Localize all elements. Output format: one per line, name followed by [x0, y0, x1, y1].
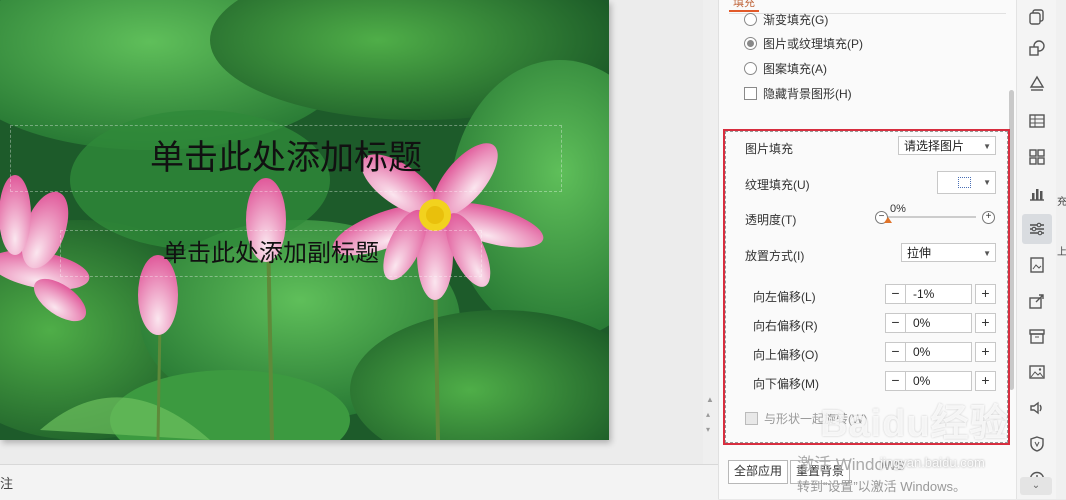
picture-fill-label: 图片填充	[745, 142, 794, 156]
chart-icon[interactable]	[1022, 178, 1052, 208]
split-arrow-icon[interactable]: ▴	[706, 410, 710, 419]
chevron-down-icon: ▼	[983, 142, 991, 151]
texture-fill-dropdown[interactable]: ▼	[937, 171, 996, 194]
settings-sliders-icon[interactable]	[1022, 214, 1052, 244]
hide-background-checkbox[interactable]	[744, 86, 757, 100]
share-icon[interactable]	[1022, 286, 1052, 316]
offset-left-decrement-button[interactable]: −	[885, 284, 906, 304]
transparency-increase-button[interactable]: +	[982, 211, 995, 224]
offset-top-increment-button[interactable]: +	[975, 342, 996, 362]
shield-icon[interactable]	[1022, 429, 1052, 459]
edge-text-2: 上	[1057, 247, 1066, 258]
offset-bottom-increment-button[interactable]: +	[975, 371, 996, 391]
slide-canvas-area: 单击此处添加标题 单击此处添加副标题	[0, 0, 718, 464]
offset-left-input[interactable]: -1%	[905, 284, 972, 304]
chevron-down-icon: ▼	[983, 178, 991, 187]
chevron-down-icon[interactable]: ⌄	[1020, 477, 1052, 495]
right-panel-edge: 充 上	[1056, 0, 1066, 499]
placement-dropdown[interactable]: 拉伸 ▼	[901, 243, 996, 262]
lotus-background-image	[0, 0, 609, 440]
pane-splitter[interactable]: ▲ ▴ ▾	[703, 0, 718, 464]
activation-subtitle: 转到“设置”以激活 Windows。	[797, 479, 967, 494]
offset-bottom-input[interactable]: 0%	[905, 371, 972, 391]
grid-icon[interactable]	[1022, 142, 1052, 172]
placement-label: 放置方式(I)	[745, 249, 805, 263]
archive-icon[interactable]	[1022, 321, 1052, 351]
picture-texture-fill-option[interactable]: 图片或纹理填充(P)	[744, 34, 863, 52]
texture-swatch-icon	[958, 177, 971, 188]
baidu-watermark: Baidu经验	[820, 403, 1009, 445]
hide-background-option[interactable]: 隐藏背景图形(H)	[744, 84, 852, 102]
image-gallery-icon[interactable]	[1022, 250, 1052, 280]
slide[interactable]: 单击此处添加标题 单击此处添加副标题	[0, 0, 609, 440]
offset-right-decrement-button[interactable]: −	[885, 313, 906, 333]
title-placeholder[interactable]: 单击此处添加标题	[10, 125, 562, 192]
status-bar: 注	[0, 464, 718, 500]
pattern-fill-label: 图案填充(A)	[763, 61, 827, 76]
picture-fill-dropdown[interactable]: 请选择图片 ▼	[898, 136, 996, 155]
split-arrow-up-icon[interactable]: ▲	[706, 395, 714, 404]
table-icon[interactable]	[1022, 106, 1052, 136]
shape-icon[interactable]	[1022, 33, 1052, 63]
transparency-label: 透明度(T)	[745, 213, 797, 227]
picture-texture-fill-label: 图片或纹理填充(P)	[763, 36, 863, 51]
offset-right-input[interactable]: 0%	[905, 313, 972, 333]
picture-texture-fill-radio[interactable]	[744, 36, 757, 50]
hide-background-label: 隐藏背景图形(H)	[763, 86, 852, 101]
offset-left-label: 向左偏移(L)	[753, 290, 816, 304]
offset-top-label: 向上偏移(O)	[753, 348, 819, 362]
apply-all-button[interactable]: 全部应用	[728, 460, 789, 484]
chevron-down-icon: ▼	[983, 249, 991, 258]
rotate-with-shape-checkbox[interactable]	[745, 411, 758, 425]
edge-text-1: 充	[1057, 197, 1066, 208]
subtitle-placeholder[interactable]: 单击此处添加副标题	[60, 230, 482, 277]
pattern-fill-radio[interactable]	[744, 61, 757, 75]
texture-fill-label: 纹理填充(U)	[745, 178, 810, 192]
offset-bottom-decrement-button[interactable]: −	[885, 371, 906, 391]
task-pane-toolbar	[1016, 0, 1057, 499]
notes-label[interactable]: 注	[0, 473, 13, 492]
offset-top-decrement-button[interactable]: −	[885, 342, 906, 362]
gradient-fill-option[interactable]: 渐变填充(G)	[744, 10, 828, 28]
offset-right-increment-button[interactable]: +	[975, 313, 996, 333]
picture-icon[interactable]	[1022, 357, 1052, 387]
offset-left-increment-button[interactable]: +	[975, 284, 996, 304]
pattern-fill-option[interactable]: 图案填充(A)	[744, 59, 827, 77]
split-arrow-down-icon[interactable]: ▾	[706, 425, 710, 434]
fill-bucket-icon[interactable]	[1022, 69, 1052, 99]
copy-icon[interactable]	[1022, 2, 1052, 32]
placement-value: 拉伸	[907, 246, 932, 260]
offset-top-input[interactable]: 0%	[905, 342, 972, 362]
offset-right-label: 向右偏移(R)	[753, 319, 818, 333]
gradient-fill-label: 渐变填充(G)	[763, 12, 829, 27]
gradient-fill-radio[interactable]	[744, 12, 757, 26]
picture-fill-value: 请选择图片	[904, 139, 965, 153]
transparency-value: 0%	[890, 203, 906, 215]
transparency-slider-track[interactable]	[888, 216, 976, 218]
transparency-slider-thumb[interactable]	[884, 217, 892, 223]
speaker-icon[interactable]	[1022, 393, 1052, 423]
baidu-watermark-url: jingyan.baidu.com	[880, 455, 985, 470]
offset-bottom-label: 向下偏移(M)	[753, 377, 819, 391]
